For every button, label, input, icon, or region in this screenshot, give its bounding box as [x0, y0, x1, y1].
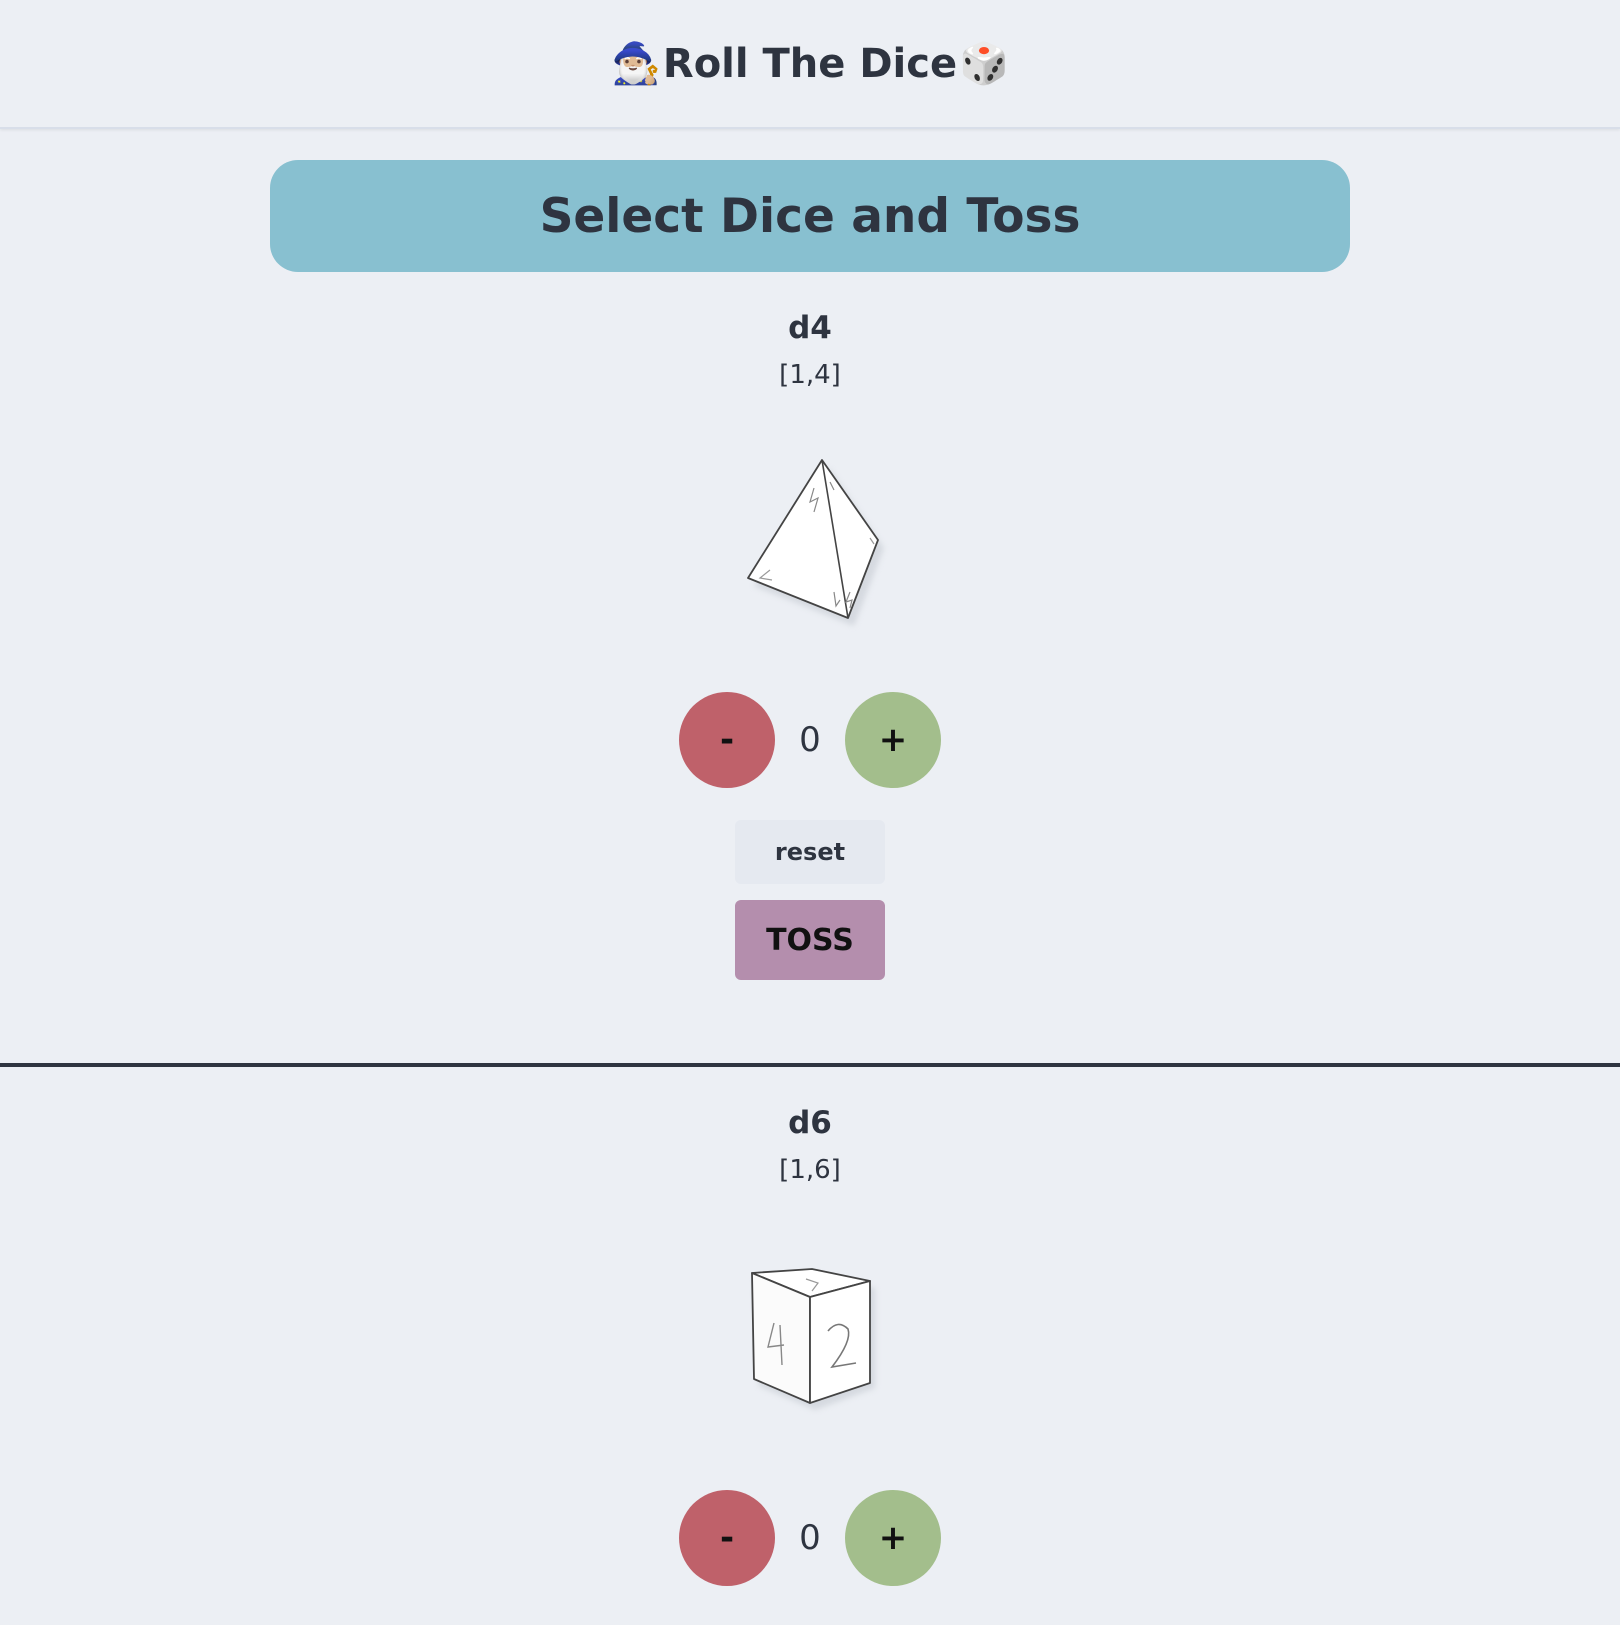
decrement-button[interactable]: - — [679, 692, 775, 788]
reset-button[interactable]: reset — [735, 820, 885, 884]
banner-title: Select Dice and Toss — [539, 188, 1081, 244]
die-section-d6: d6 [1,6] - 0 + — [0, 1105, 1620, 1586]
die-name: d4 — [788, 310, 832, 346]
die-range: [1,4] — [779, 360, 841, 390]
section-divider — [0, 1063, 1620, 1067]
d4-die-image — [747, 459, 884, 626]
app-header: 🧙🏼‍♂️ Roll The Dice 🎲 — [0, 0, 1620, 129]
die-range: [1,6] — [779, 1155, 841, 1185]
decrement-button[interactable]: - — [679, 1490, 775, 1586]
increment-button[interactable]: + — [845, 1490, 941, 1586]
instruction-banner: Select Dice and Toss — [270, 160, 1350, 272]
d4-count-controls: - 0 + — [0, 692, 1620, 788]
increment-button[interactable]: + — [845, 692, 941, 788]
toss-button[interactable]: TOSS — [735, 900, 885, 980]
die-section-d4: d4 [1,4] - 0 + reset TOSS — [0, 310, 1620, 980]
die-name: d6 — [788, 1105, 832, 1141]
wizard-icon: 🧙🏼‍♂️ — [611, 40, 661, 87]
app-title-text: Roll The Dice — [662, 40, 958, 87]
dice-icon: 🎲 — [959, 40, 1009, 87]
d6-die-image — [751, 1268, 875, 1410]
d6-count-controls: - 0 + — [0, 1490, 1620, 1586]
app-title: 🧙🏼‍♂️ Roll The Dice 🎲 — [611, 41, 1009, 87]
die-count: 0 — [799, 1518, 821, 1558]
die-count: 0 — [799, 720, 821, 760]
